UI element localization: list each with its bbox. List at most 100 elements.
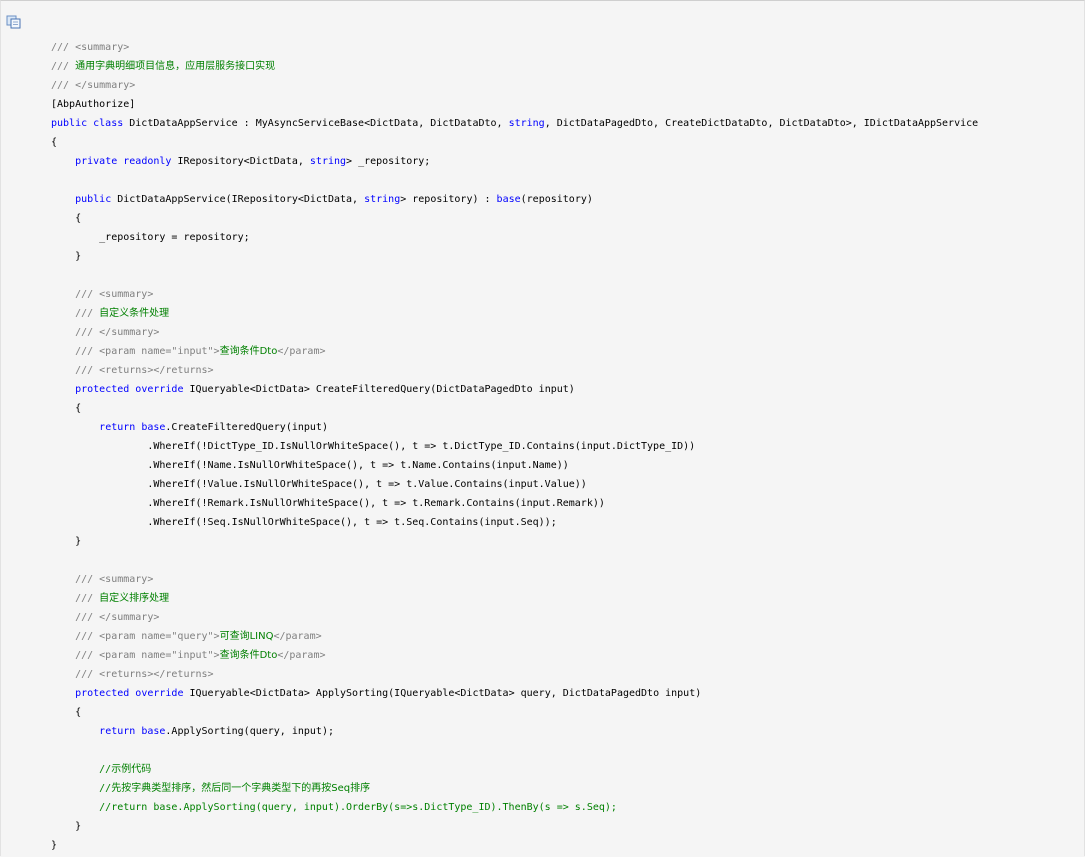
code-token: IQueryable<DictData> CreateFilteredQuery… — [183, 384, 575, 395]
code-line: .WhereIf(!Remark.IsNullOrWhiteSpace(), t… — [51, 494, 978, 513]
code-line: //先按字典类型排序，然后同一个字典类型下的再按Seq排序 — [51, 779, 978, 798]
code-token: 示例代码 — [111, 764, 152, 775]
code-token: .WhereIf(!DictType_ID.IsNullOrWhiteSpace… — [51, 441, 696, 452]
code-token: </param> — [277, 650, 326, 661]
code-line: .WhereIf(!DictType_ID.IsNullOrWhiteSpace… — [51, 437, 978, 456]
code-line: /// </summary> — [51, 323, 978, 342]
code-line: //return base.ApplySorting(query, input)… — [51, 798, 978, 817]
code-token: </param> — [277, 346, 326, 357]
code-line: /// <summary> — [51, 285, 978, 304]
code-line: } — [51, 532, 978, 551]
code-token: { — [51, 137, 58, 148]
code-line: /// </summary> — [51, 76, 978, 95]
code-token: </param> — [273, 631, 322, 642]
code-token: { — [51, 403, 82, 414]
code-line: private readonly IRepository<DictData, s… — [51, 152, 978, 171]
code-token: /// — [51, 61, 76, 72]
code-token: /// </summary> — [51, 80, 136, 91]
code-token: /// — [51, 593, 100, 604]
code-line: public class DictDataAppService : MyAsyn… — [51, 114, 978, 133]
code-line: /// 自定义排序处理 — [51, 589, 978, 608]
code-token: /// <summary> — [51, 289, 154, 300]
code-line: [AbpAuthorize] — [51, 95, 978, 114]
code-token: return base — [99, 422, 166, 433]
code-token: /// <returns></returns> — [51, 365, 214, 376]
code-token: 自定义条件处理 — [99, 308, 170, 319]
code-token: private readonly — [75, 156, 172, 167]
copy-icon[interactable] — [6, 15, 22, 29]
code-line: /// <summary> — [51, 570, 978, 589]
code-line: return base.ApplySorting(query, input); — [51, 722, 978, 741]
code-token: base — [496, 194, 521, 205]
code-line: //示例代码 — [51, 760, 978, 779]
code-line: .WhereIf(!Name.IsNullOrWhiteSpace(), t =… — [51, 456, 978, 475]
code-token: 查询条件Dto — [219, 650, 278, 661]
code-line: return base.CreateFilteredQuery(input) — [51, 418, 978, 437]
code-line: /// 通用字典明细项目信息，应用层服务接口实现 — [51, 57, 978, 76]
code-line: /// <returns></returns> — [51, 361, 978, 380]
code-token: .WhereIf(!Value.IsNullOrWhiteSpace(), t … — [51, 479, 587, 490]
code-token: public — [75, 194, 112, 205]
code-token: // — [51, 764, 112, 775]
code-token: /// <returns></returns> — [51, 669, 214, 680]
code-token: /// </summary> — [51, 327, 160, 338]
code-token: /// <param name="query"> — [51, 631, 220, 642]
code-token: .WhereIf(!Remark.IsNullOrWhiteSpace(), t… — [51, 498, 605, 509]
code-token: } — [51, 821, 82, 832]
code-token: string — [309, 156, 347, 167]
code-token: /// <summary> — [51, 42, 130, 53]
code-line: } — [51, 817, 978, 836]
code-line: /// <param name="input">查询条件Dto</param> — [51, 646, 978, 665]
code-token: , DictDataPagedDto, CreateDictDataDto, D… — [544, 118, 979, 129]
code-token: protected override — [75, 688, 184, 699]
code-line: protected override IQueryable<DictData> … — [51, 380, 978, 399]
code-block: /// <summary>/// 通用字典明细项目信息，应用层服务接口实现///… — [0, 0, 1085, 856]
code-line: /// </summary> — [51, 608, 978, 627]
code-token: 可查询LINQ — [219, 631, 274, 642]
code-line: .WhereIf(!Seq.IsNullOrWhiteSpace(), t =>… — [51, 513, 978, 532]
code-line: protected override IQueryable<DictData> … — [51, 684, 978, 703]
code-token: > repository) : — [400, 194, 497, 205]
code-line: { — [51, 399, 978, 418]
code-token: 查询条件Dto — [219, 346, 278, 357]
code-line: .WhereIf(!Value.IsNullOrWhiteSpace(), t … — [51, 475, 978, 494]
code-token: string — [364, 194, 401, 205]
code-token: return base — [99, 726, 166, 737]
code-token: } — [51, 840, 58, 851]
code-line: /// <param name="query">可查询LINQ</param> — [51, 627, 978, 646]
code-token: 先按字典类型排序，然后同一个字典类型下的再按Seq排序 — [111, 783, 371, 794]
code-token: 通用字典明细项目信息，应用层服务接口实现 — [75, 61, 276, 72]
code-line: /// 自定义条件处理 — [51, 304, 978, 323]
code-line: { — [51, 209, 978, 228]
code-token: .WhereIf(!Name.IsNullOrWhiteSpace(), t =… — [51, 460, 569, 471]
code-line: _repository = repository; — [51, 228, 978, 247]
code-token: // — [51, 783, 112, 794]
code-token: public class — [51, 118, 124, 129]
code-token: 自定义排序处理 — [99, 593, 170, 604]
code-token: { — [51, 707, 82, 718]
code-line: { — [51, 703, 978, 722]
code-token: .ApplySorting(query, input); — [165, 726, 334, 737]
code-token: DictDataAppService(IRepository<DictData, — [111, 194, 365, 205]
code-token: > _repository; — [346, 156, 431, 167]
code-line: /// <param name="input">查询条件Dto</param> — [51, 342, 978, 361]
code-line: } — [51, 836, 978, 855]
code-token: protected override — [75, 384, 184, 395]
code-token: } — [51, 536, 82, 547]
code-token: _repository = repository; — [51, 232, 250, 243]
code-token: /// <summary> — [51, 574, 154, 585]
code-token: { — [51, 213, 82, 224]
code-token: DictDataAppService : MyAsyncServiceBase<… — [123, 118, 509, 129]
code-line: public DictDataAppService(IRepository<Di… — [51, 190, 978, 209]
code-token: .CreateFilteredQuery(input) — [165, 422, 328, 433]
code-line: { — [51, 133, 978, 152]
code-listing: /// <summary>/// 通用字典明细项目信息，应用层服务接口实现///… — [51, 38, 978, 855]
